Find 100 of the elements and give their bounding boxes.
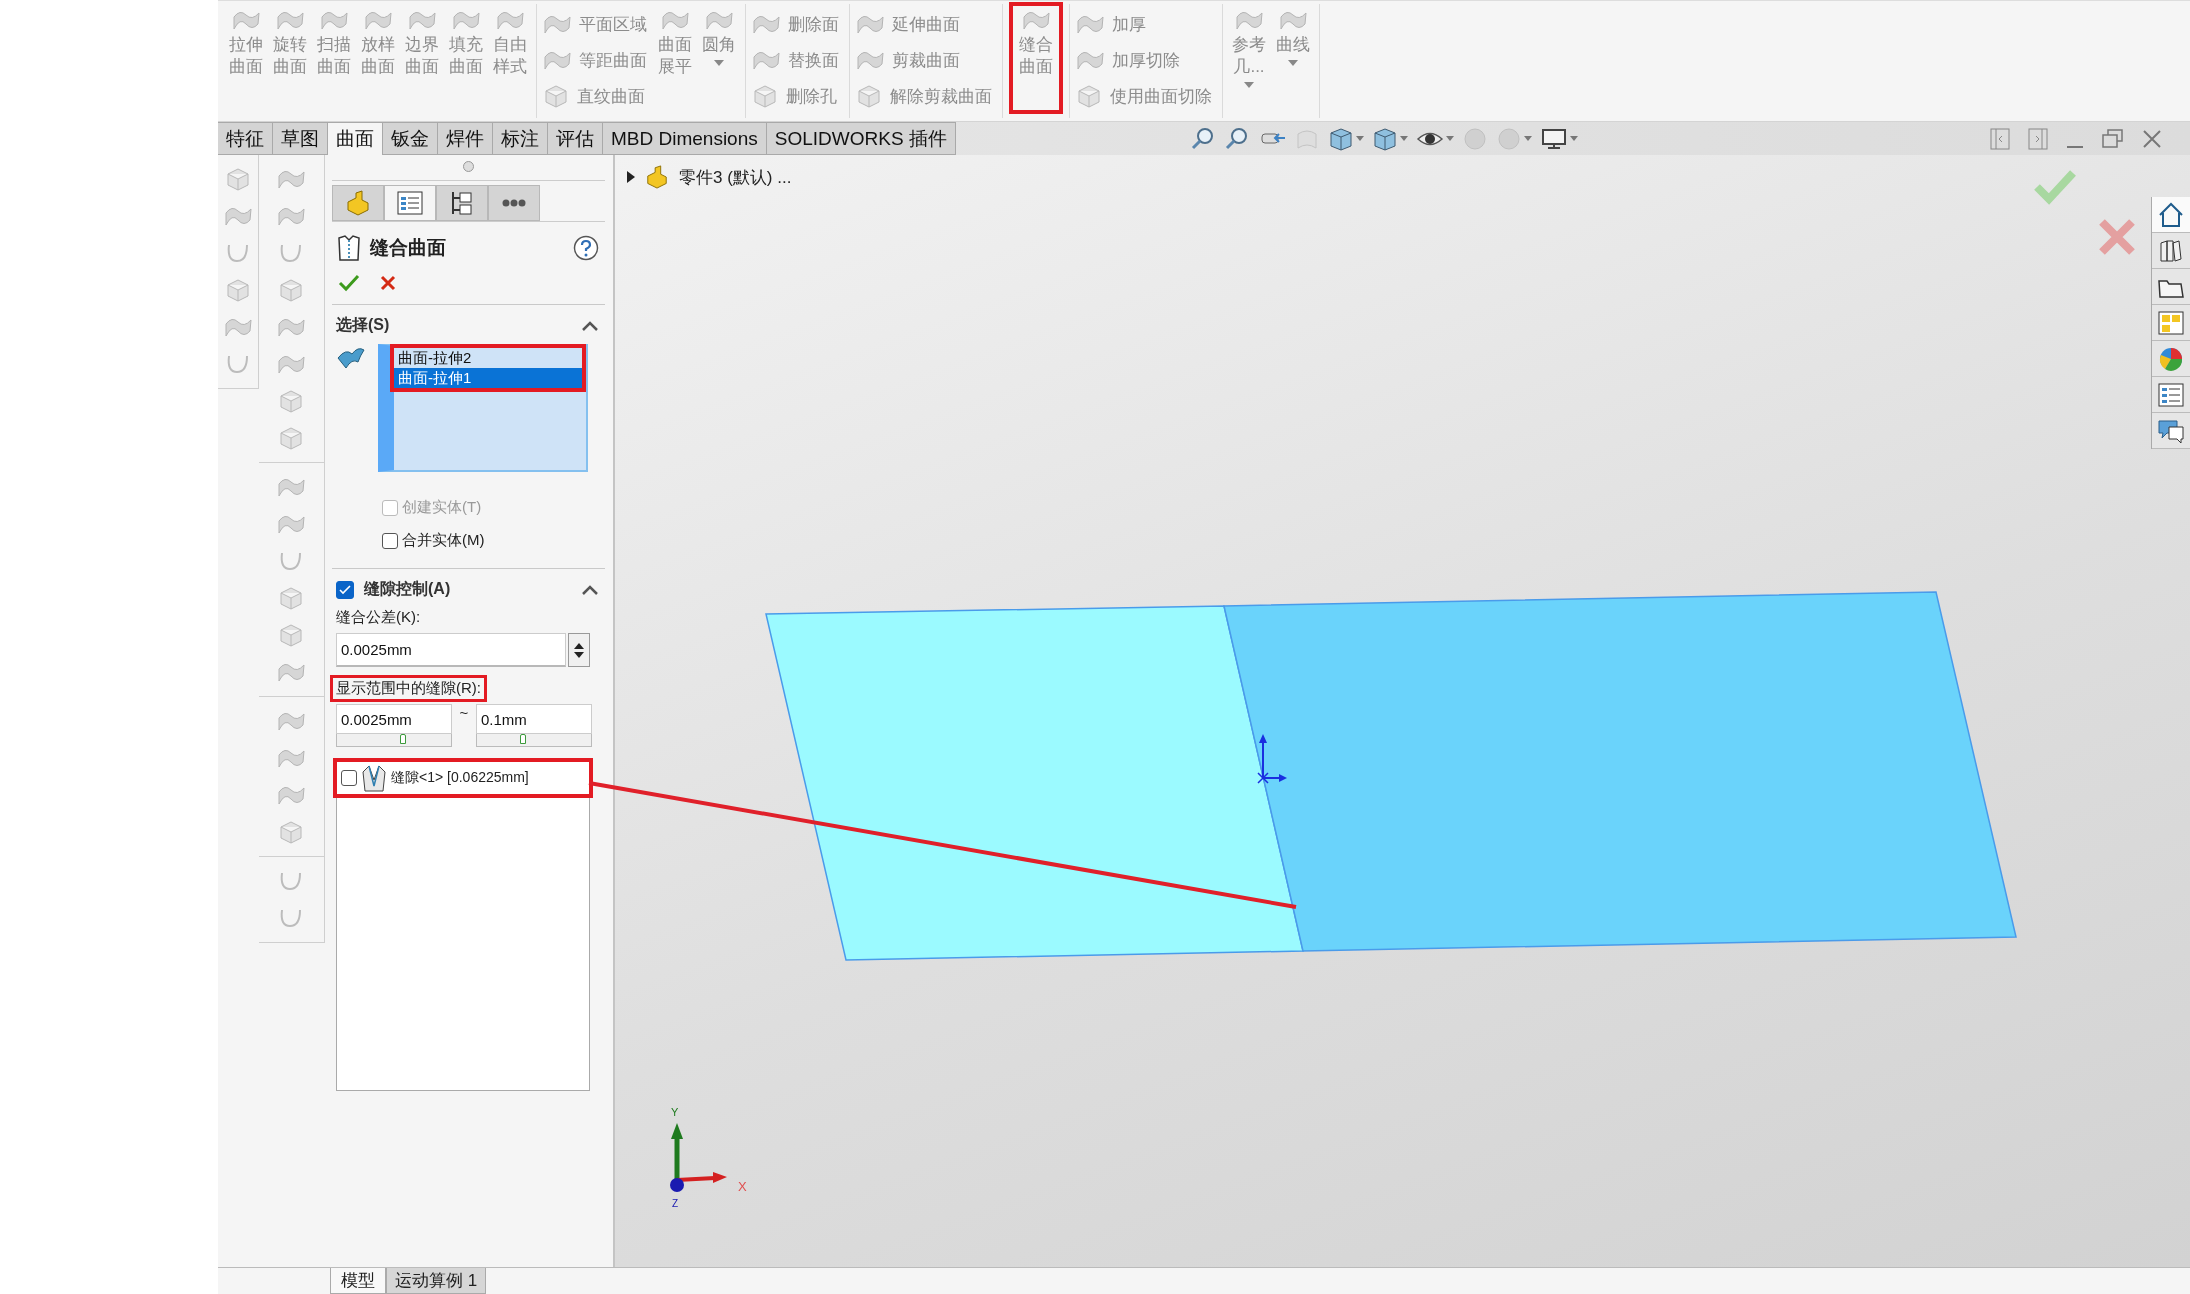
cube-icon[interactable] <box>856 84 882 108</box>
toolbar-button[interactable]: 填充曲面 <box>444 4 488 112</box>
cube-icon[interactable] <box>1076 84 1102 108</box>
input-field[interactable]: 0.1mm <box>476 704 592 734</box>
more-icon[interactable] <box>488 185 540 221</box>
chat-icon[interactable] <box>2152 413 2190 449</box>
close-icon[interactable] <box>2142 128 2162 149</box>
field-label: 显示范围中的缝隙(R): <box>330 675 487 702</box>
field-label: 缝合公差(K): <box>336 608 421 627</box>
display-style-icon[interactable] <box>1371 125 1408 152</box>
cube-icon[interactable] <box>278 586 305 610</box>
toolbar-button[interactable]: 圆角 <box>697 4 741 112</box>
view-orientation-icon[interactable] <box>1327 125 1364 152</box>
tab[interactable]: 钣金 <box>383 122 438 155</box>
tab[interactable]: MBD Dimensions <box>603 122 767 155</box>
selection-list[interactable]: 曲面-拉伸2 曲面-拉伸1 <box>378 344 588 472</box>
tab[interactable]: 模型 <box>330 1268 386 1294</box>
toolbar-button[interactable]: 参考几... <box>1227 4 1271 112</box>
toolbar-button[interactable]: 旋转曲面 <box>268 4 312 112</box>
axis-label: X <box>738 1179 747 1194</box>
toolbar-button[interactable]: 边界曲面 <box>400 4 444 112</box>
checkbox[interactable] <box>336 580 354 599</box>
toolbar-button[interactable]: 删除孔 <box>752 80 839 112</box>
sphere-icon[interactable] <box>1461 125 1488 152</box>
tile-left-icon[interactable] <box>1990 127 2010 150</box>
toolbar-button[interactable]: 删除面 <box>752 8 839 40</box>
origin-icon <box>1257 734 1287 784</box>
zoom-area-icon[interactable] <box>1223 125 1250 152</box>
toolbar-button[interactable]: 使用曲面切除 <box>1076 80 1212 112</box>
toolbar-button[interactable]: 平面区域 <box>543 8 647 40</box>
toolbar-button[interactable]: 剪裁曲面 <box>856 44 992 76</box>
input-field[interactable]: 0.0025mm <box>336 633 566 667</box>
slider[interactable] <box>476 734 592 747</box>
checkbox[interactable] <box>341 770 357 786</box>
caret-icon[interactable] <box>1244 82 1254 88</box>
tab[interactable]: 焊件 <box>438 122 493 155</box>
tab[interactable]: 曲面 <box>328 122 383 155</box>
toolbar-button[interactable]: 曲面展平 <box>653 4 697 112</box>
toolbar-button[interactable]: 直纹曲面 <box>543 80 647 112</box>
tab[interactable]: 评估 <box>548 122 603 155</box>
cube-icon[interactable] <box>224 278 251 302</box>
slider-thumb[interactable] <box>519 734 526 744</box>
slider-thumb[interactable] <box>400 734 407 744</box>
part-icon[interactable] <box>332 185 384 221</box>
tab[interactable]: SOLIDWORKS 插件 <box>766 122 956 155</box>
cancel-icon[interactable] <box>380 275 396 291</box>
toolbar-button[interactable]: 解除剪裁曲面 <box>856 80 992 112</box>
search-icon[interactable] <box>1189 125 1216 152</box>
list-item[interactable]: 曲面-拉伸1 <box>394 368 582 388</box>
cube-icon[interactable] <box>278 278 305 302</box>
expand-icon[interactable] <box>627 171 635 183</box>
tree-item[interactable]: 零件3 (默认) ... <box>679 165 792 189</box>
panel-title: 缝合曲面 <box>370 236 447 260</box>
list-item[interactable]: 缝隙<1> [0.06225mm] <box>333 758 593 798</box>
axis-label: Z <box>672 1198 679 1209</box>
stitch-icon <box>361 764 387 792</box>
home-icon[interactable] <box>2152 197 2190 233</box>
tree-icon[interactable] <box>436 185 488 221</box>
gap-label: 缝隙<1> [0.06225mm] <box>391 769 529 787</box>
cube-icon[interactable] <box>278 389 305 413</box>
resize-handle[interactable] <box>463 161 474 172</box>
toolbar-button[interactable]: 加厚 <box>1076 8 1212 40</box>
toolbar-button[interactable]: 加厚切除 <box>1076 44 1212 76</box>
caret-icon[interactable] <box>714 60 724 66</box>
list-icon[interactable] <box>2152 377 2190 413</box>
toolbar-button[interactable]: 延伸曲面 <box>856 8 992 40</box>
tab[interactable]: 特征 <box>218 122 273 155</box>
cube-icon[interactable] <box>752 84 778 108</box>
section-title: 选择(S) <box>336 315 390 335</box>
restore-icon[interactable] <box>2102 127 2124 150</box>
tab[interactable]: 标注 <box>493 122 548 155</box>
cube-icon[interactable] <box>543 84 569 108</box>
ok-icon[interactable] <box>338 274 360 292</box>
cube-icon[interactable] <box>224 167 251 191</box>
toolbar-button[interactable]: 放样曲面 <box>356 4 400 112</box>
range-separator: ~ <box>458 704 470 721</box>
slider[interactable] <box>336 734 452 747</box>
toolbar-button[interactable]: 扫描曲面 <box>312 4 356 112</box>
list-item[interactable]: 曲面-拉伸2 <box>394 348 582 368</box>
toolbar-button[interactable]: 拉伸曲面 <box>224 4 268 112</box>
cube-icon[interactable] <box>278 426 305 450</box>
toolbar-button[interactable]: 曲线 <box>1271 4 1315 112</box>
toolbar-button[interactable]: 替换面 <box>752 44 839 76</box>
cube-icon[interactable] <box>278 820 305 844</box>
axis-label: Y <box>671 1106 679 1118</box>
cube-icon[interactable] <box>278 623 305 647</box>
list-icon[interactable] <box>384 185 436 221</box>
collapse-icon[interactable] <box>581 583 599 596</box>
checkbox[interactable]: 合并实体(M) <box>382 531 605 550</box>
toolbar-button[interactable]: 等距曲面 <box>543 44 647 76</box>
caret-icon[interactable] <box>1288 60 1298 66</box>
toolbar-button[interactable]: 自由样式 <box>488 4 532 112</box>
spinner[interactable] <box>568 633 590 667</box>
tile-right-icon[interactable] <box>2028 127 2048 150</box>
collapse-icon[interactable] <box>581 319 599 332</box>
toolbar-button[interactable]: 缝合曲面 <box>1011 4 1061 112</box>
input-field[interactable]: 0.0025mm <box>336 704 452 734</box>
tab[interactable]: 运动算例 1 <box>386 1268 487 1294</box>
help-icon[interactable] <box>573 235 599 261</box>
tab[interactable]: 草图 <box>273 122 328 155</box>
